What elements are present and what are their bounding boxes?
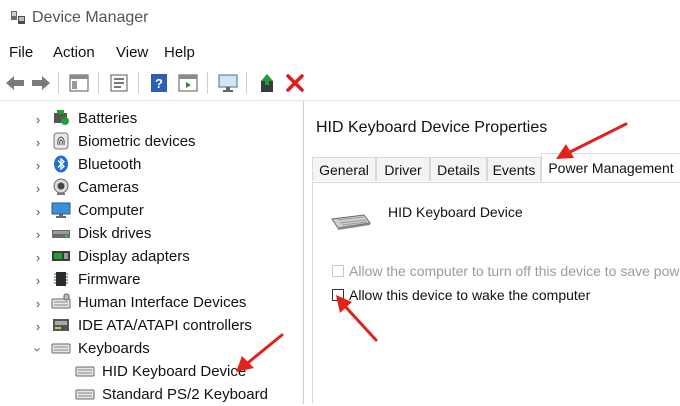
tree-item-label: IDE ATA/ATAPI controllers xyxy=(78,317,252,334)
menu-help[interactable]: Help xyxy=(164,44,195,61)
hid-icon xyxy=(51,293,71,309)
tree-item-label: Firmware xyxy=(78,271,141,288)
tree-item-label: Keyboards xyxy=(78,340,150,357)
keyboard-icon xyxy=(75,366,95,377)
tree-item-firmware[interactable]: › Firmware xyxy=(0,268,302,291)
chevron-right-icon[interactable]: › xyxy=(33,227,43,242)
keyboard-icon xyxy=(75,389,95,400)
toolbar-separator xyxy=(58,72,59,94)
tree-item-human-interface-devices[interactable]: › Human Interface Devices xyxy=(0,291,302,314)
action-pane-icon[interactable] xyxy=(177,72,199,94)
forward-arrow-icon[interactable] xyxy=(30,72,52,94)
tree-item-standard-ps2-keyboard[interactable]: Standard PS/2 Keyboard xyxy=(0,383,302,406)
annotation-arrow-wake-checkbox xyxy=(336,295,378,342)
toolbar-separator xyxy=(246,72,247,94)
window-title: Device Manager xyxy=(32,9,149,26)
chevron-right-icon[interactable]: › xyxy=(33,296,43,311)
uninstall-device-icon[interactable] xyxy=(284,72,306,94)
allow-turn-off-label: Allow the computer to turn off this devi… xyxy=(349,263,680,279)
chevron-right-icon[interactable]: › xyxy=(33,273,43,288)
dialog-title: HID Keyboard Device Properties xyxy=(316,119,548,136)
tree-item-bluetooth[interactable]: › Bluetooth xyxy=(0,153,302,176)
chevron-right-icon[interactable]: › xyxy=(33,319,43,334)
toolbar-separator xyxy=(207,72,208,94)
firmware-icon xyxy=(54,272,68,286)
keyboard-device-icon xyxy=(331,214,371,230)
battery-icon xyxy=(54,110,69,125)
svg-text:?: ? xyxy=(155,76,163,91)
tree-item-cameras[interactable]: › Cameras xyxy=(0,176,302,199)
properties-icon[interactable] xyxy=(108,72,130,94)
chevron-right-icon[interactable]: › xyxy=(33,112,43,127)
tree-item-biometric-devices[interactable]: › Biometric devices xyxy=(0,130,302,153)
update-driver-icon[interactable] xyxy=(256,72,278,94)
tree-item-label: Display adapters xyxy=(78,248,190,265)
tree-item-label: Human Interface Devices xyxy=(78,294,247,311)
tree-item-label: HID Keyboard Device xyxy=(102,363,247,380)
annotation-arrow-hid-keyboard xyxy=(236,333,284,372)
menu-bar: File Action View Help xyxy=(0,40,680,66)
allow-turn-off-checkbox[interactable] xyxy=(332,265,344,277)
title-bar: Device Manager xyxy=(0,0,680,40)
menu-file[interactable]: File xyxy=(9,44,33,61)
chevron-right-icon[interactable]: › xyxy=(33,181,43,196)
toolbar-separator xyxy=(138,72,139,94)
tree-item-disk-drives[interactable]: › Disk drives xyxy=(0,222,302,245)
tree-item-label: Computer xyxy=(78,202,144,219)
chevron-right-icon[interactable]: › xyxy=(33,204,43,219)
display-adapter-icon xyxy=(52,251,70,261)
tree-item-label: Cameras xyxy=(78,179,139,196)
back-arrow-icon[interactable] xyxy=(4,72,26,94)
tab-events[interactable]: Events xyxy=(487,157,541,181)
toolbar: ? xyxy=(0,66,680,101)
tree-item-label: Disk drives xyxy=(78,225,152,242)
fingerprint-icon xyxy=(53,132,69,150)
monitor-icon[interactable] xyxy=(217,72,239,94)
help-icon[interactable]: ? xyxy=(148,72,170,94)
menu-view[interactable]: View xyxy=(116,44,148,61)
annotation-arrow-power-tab xyxy=(556,122,628,159)
tab-general[interactable]: General xyxy=(312,157,376,181)
disk-drive-icon xyxy=(52,230,70,238)
keyboard-icon xyxy=(51,343,71,354)
tree-item-label: Biometric devices xyxy=(78,133,196,150)
computer-icon xyxy=(51,202,71,218)
device-manager-icon xyxy=(11,11,25,24)
tree-item-label: Standard PS/2 Keyboard xyxy=(102,386,268,403)
chevron-right-icon[interactable]: › xyxy=(33,158,43,173)
tree-item-display-adapters[interactable]: › Display adapters xyxy=(0,245,302,268)
camera-icon xyxy=(53,178,69,195)
tree-item-computer[interactable]: › Computer xyxy=(0,199,302,222)
tree-item-batteries[interactable]: › Batteries xyxy=(0,107,302,130)
chevron-down-icon[interactable]: › xyxy=(31,345,46,355)
bluetooth-icon xyxy=(54,155,68,173)
tab-driver[interactable]: Driver xyxy=(376,157,430,181)
show-hide-console-tree-icon[interactable] xyxy=(68,72,90,94)
menu-action[interactable]: Action xyxy=(53,44,95,61)
chevron-right-icon[interactable]: › xyxy=(33,135,43,150)
device-name: HID Keyboard Device xyxy=(388,204,523,220)
tree-item-label: Bluetooth xyxy=(78,156,142,173)
chevron-right-icon[interactable]: › xyxy=(33,250,43,265)
tree-item-label: Batteries xyxy=(78,110,138,127)
ide-controller-icon xyxy=(53,319,69,331)
tab-details[interactable]: Details xyxy=(430,157,487,181)
toolbar-separator xyxy=(98,72,99,94)
